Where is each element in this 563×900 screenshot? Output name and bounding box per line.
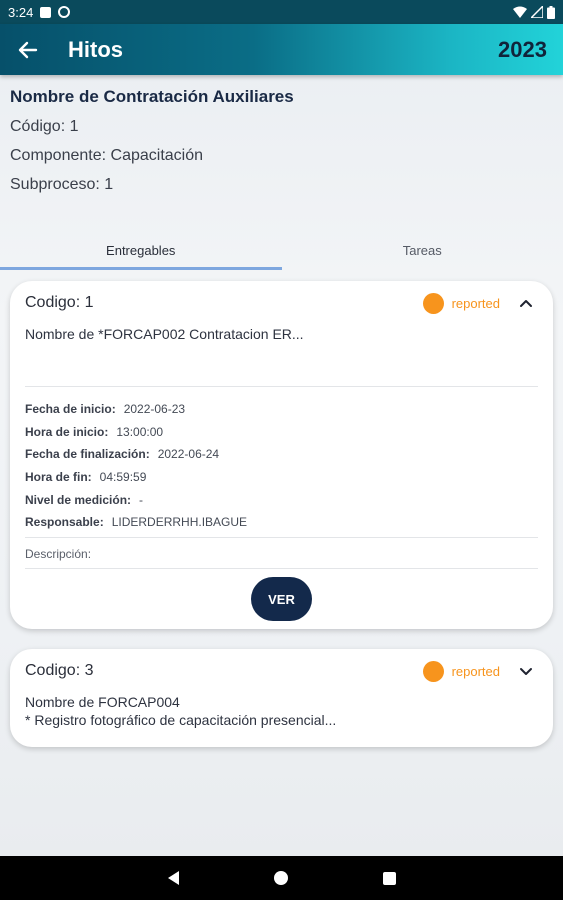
contract-subproceso: Subproceso: 1 — [10, 176, 114, 193]
card-header[interactable]: Codigo: 1 reported — [25, 291, 538, 315]
divider — [25, 386, 538, 387]
description-label: Descripción: — [25, 547, 92, 561]
wifi-icon — [513, 6, 527, 18]
detail-label: Fecha de finalización: — [25, 447, 150, 462]
divider — [25, 568, 538, 569]
status-time: 3:24 — [8, 4, 34, 20]
card-name-line: Nombre de FORCAP004 — [25, 694, 180, 710]
detail-label: Responsable: — [25, 515, 104, 530]
chevron-down-icon — [520, 668, 532, 675]
milestone-card: Codigo: 3 reported Nombre de FORCAP004 *… — [10, 649, 553, 747]
detail-label: Hora de inicio: — [25, 424, 109, 439]
contract-codigo: Código: 1 — [10, 118, 79, 135]
detail-row: Fecha de finalización: 2022-06-24 — [25, 443, 538, 466]
expand-button[interactable] — [514, 659, 538, 683]
tab-tareas[interactable]: Tareas — [282, 230, 563, 270]
detail-row: Hora de fin: 04:59:59 — [25, 466, 538, 489]
card-name: Nombre de *FORCAP002 Contratacion ER... — [25, 325, 538, 343]
detail-value: 04:59:59 — [99, 470, 147, 485]
card-header[interactable]: Codigo: 3 reported — [25, 659, 538, 683]
back-button[interactable] — [16, 38, 40, 62]
chevron-up-icon — [520, 300, 532, 307]
detail-label: Fecha de inicio: — [25, 402, 116, 417]
nav-back-icon[interactable] — [167, 871, 179, 885]
status-text: reported — [451, 663, 500, 679]
sd-card-icon — [40, 6, 52, 18]
detail-value: LIDERDERRHH.IBAGUE — [111, 515, 248, 530]
detail-label: Nivel de medición: — [25, 492, 132, 507]
contract-header: Nombre de Contratación Auxiliares Código… — [10, 87, 550, 194]
detail-value: - — [139, 492, 144, 507]
detail-row: Nivel de medición: - — [25, 488, 538, 511]
signal-icon — [531, 6, 543, 18]
contract-componente: Componente: Capacitación — [10, 147, 204, 164]
system-nav-bar — [0, 856, 563, 900]
detail-value: 13:00:00 — [116, 424, 164, 439]
battery-icon — [547, 5, 555, 19]
collapse-button[interactable] — [514, 291, 538, 315]
status-text: reported — [451, 295, 500, 311]
page-title: Hitos — [68, 36, 123, 62]
year-label: 2023 — [498, 36, 547, 62]
detail-label: Hora de fin: — [25, 470, 92, 485]
detail-row: Fecha de inicio: 2022-06-23 — [25, 398, 538, 421]
arrow-left-icon — [18, 41, 38, 58]
detail-value: 2022-06-24 — [157, 447, 220, 462]
status-bar: 3:24 — [0, 0, 563, 24]
status-dot-icon — [422, 292, 444, 314]
contract-name: Nombre de Contratación Auxiliares — [10, 87, 294, 106]
tab-bar: Entregables Tareas — [0, 230, 563, 270]
status-dot-icon — [422, 660, 444, 682]
card-code: Codigo: 3 — [25, 662, 94, 679]
detail-row: Responsable: LIDERDERRHH.IBAGUE — [25, 511, 538, 534]
detail-value: 2022-06-23 — [123, 402, 186, 417]
detail-row: Hora de inicio: 13:00:00 — [25, 421, 538, 444]
sync-icon — [58, 6, 71, 18]
tab-entregables[interactable]: Entregables — [0, 230, 282, 270]
card-name-line: Nombre de *FORCAP002 Contratacion ER... — [25, 326, 304, 342]
card-code: Codigo: 1 — [25, 294, 94, 311]
ver-button[interactable]: VER — [251, 577, 312, 621]
card-name: Nombre de FORCAP004 * Registro fotográfi… — [25, 693, 538, 729]
status-badge: reported — [422, 292, 500, 314]
detail-list: Fecha de inicio: 2022-06-23 Hora de inic… — [25, 398, 538, 534]
status-badge: reported — [422, 660, 500, 682]
divider — [25, 537, 538, 538]
card-name-line: * Registro fotográfico de capacitación p… — [25, 712, 337, 728]
milestone-card: Codigo: 1 reported Nombre de *FORCAP002 … — [10, 281, 553, 629]
nav-home-icon[interactable] — [273, 871, 288, 885]
nav-recents-icon[interactable] — [382, 871, 396, 885]
app-bar: Hitos 2023 — [0, 24, 563, 75]
